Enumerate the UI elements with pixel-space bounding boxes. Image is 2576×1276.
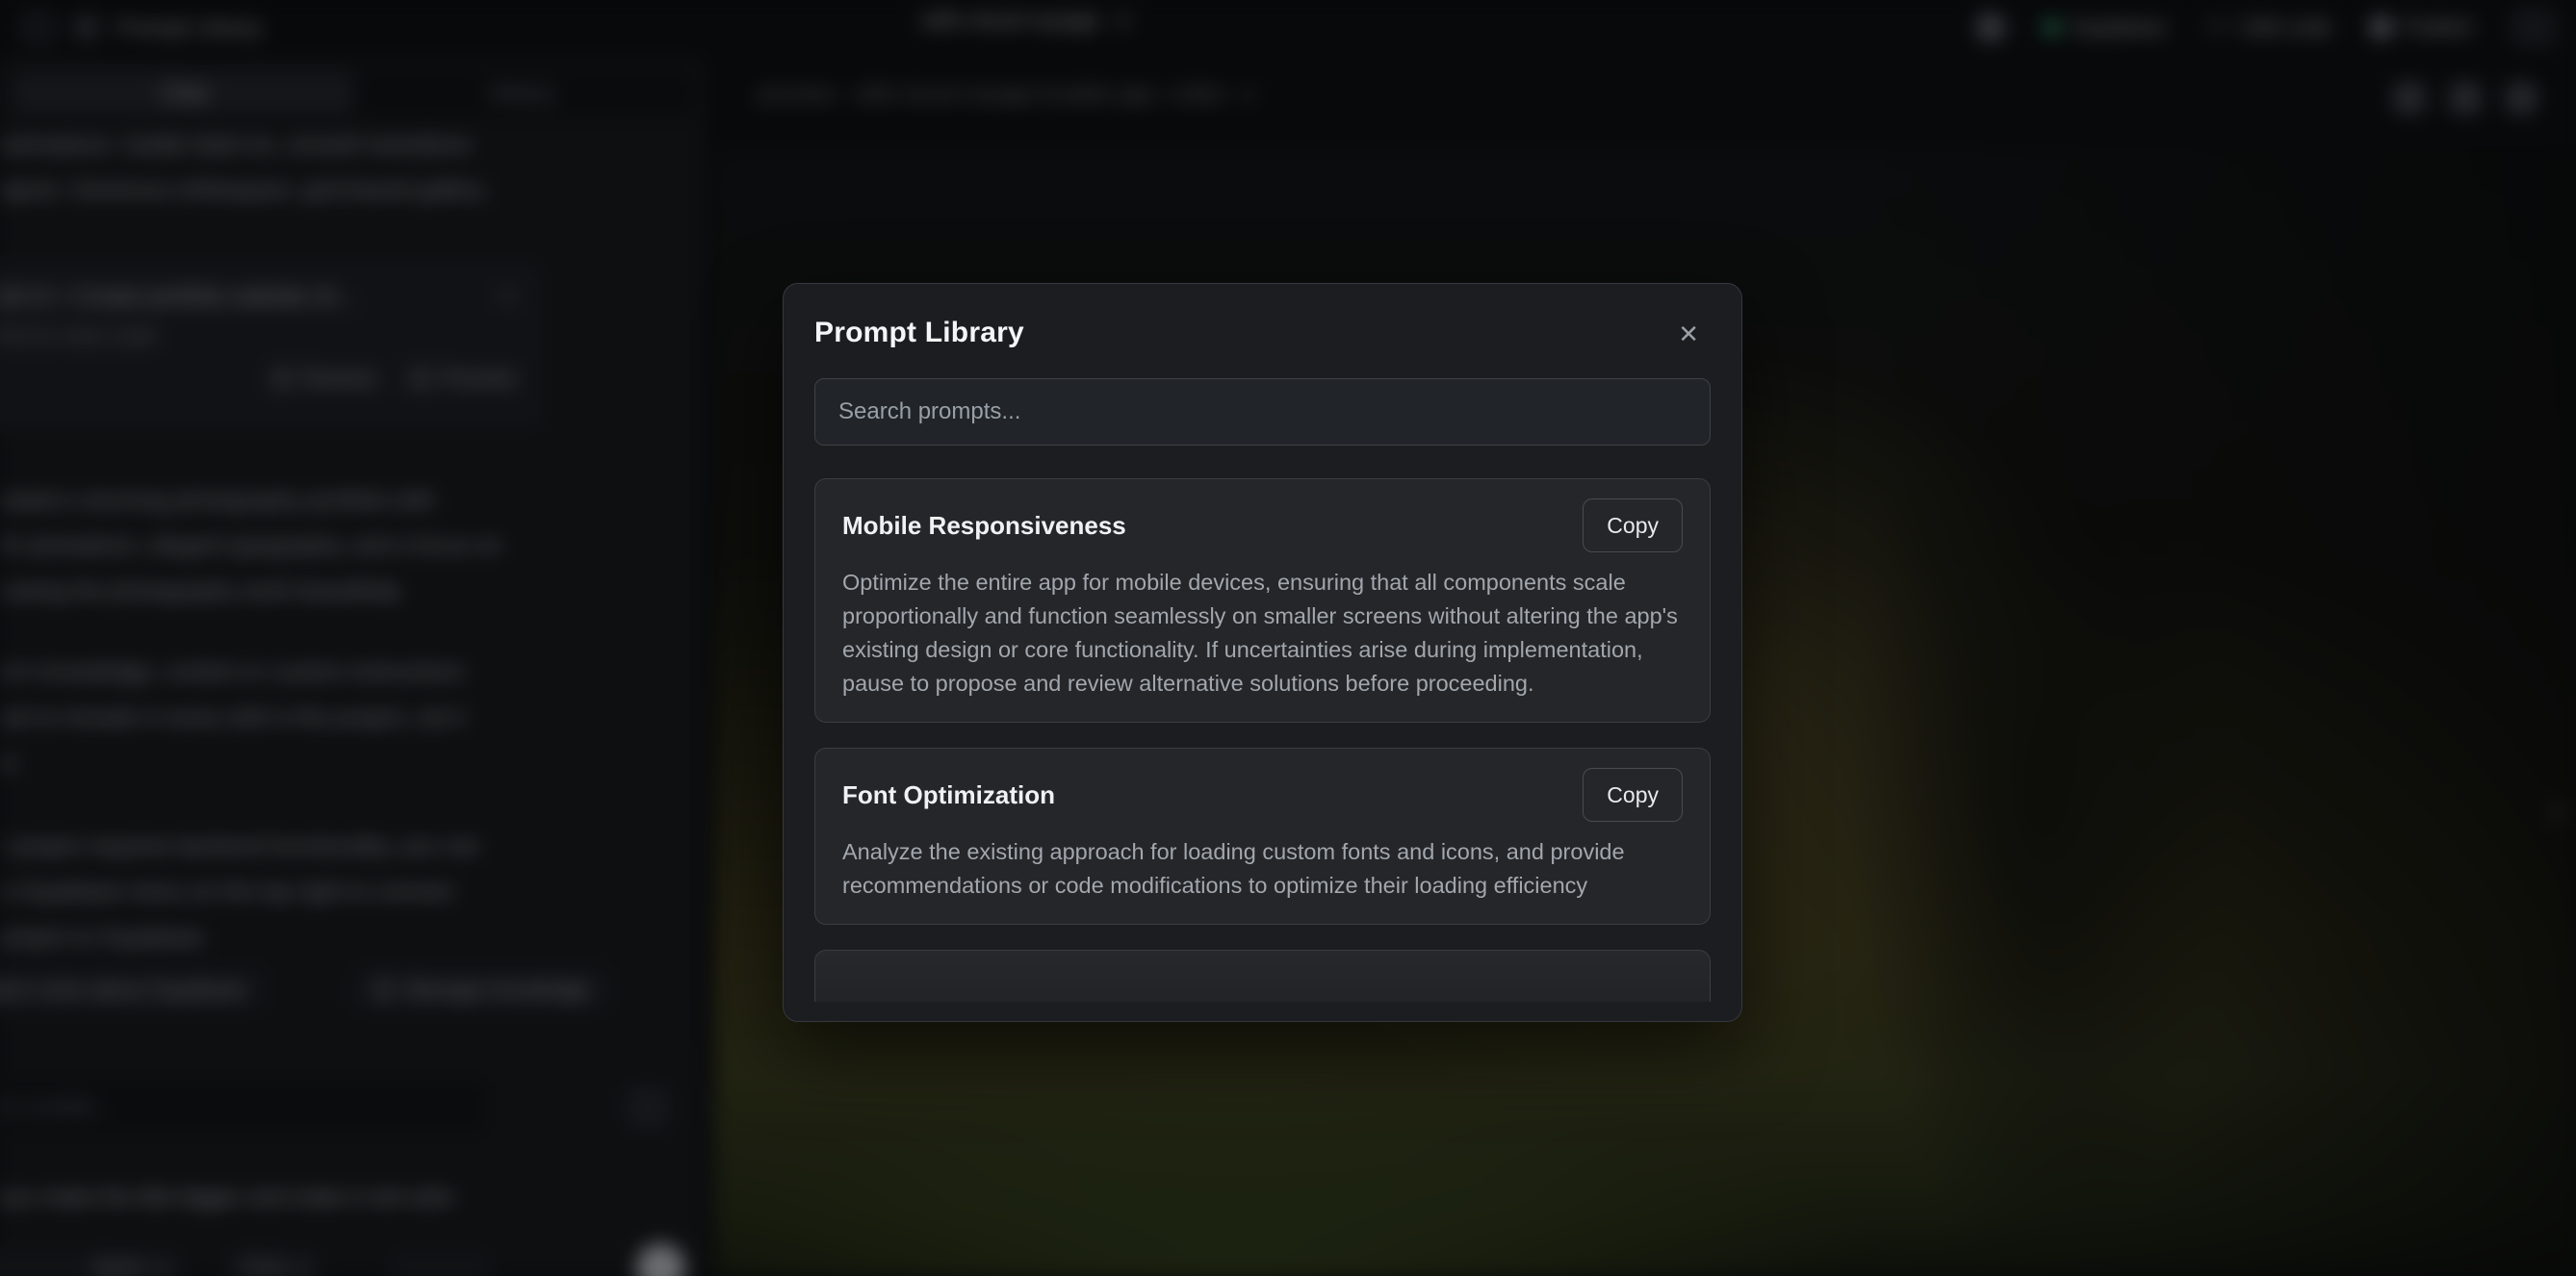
prompt-card-partial <box>814 950 1711 1002</box>
prompt-card: Font Optimization Copy Analyze the exist… <box>814 748 1711 925</box>
prompt-title: Mobile Responsiveness <box>842 511 1126 541</box>
close-icon[interactable]: ✕ <box>1672 320 1705 347</box>
prompt-body: Analyze the existing approach for loadin… <box>842 835 1683 903</box>
modal-title: Prompt Library <box>814 317 1024 349</box>
prompt-card: Mobile Responsiveness Copy Optimize the … <box>814 478 1711 723</box>
prompt-list: Mobile Responsiveness Copy Optimize the … <box>814 478 1711 1002</box>
copy-button[interactable]: Copy <box>1583 768 1683 822</box>
prompt-title: Font Optimization <box>842 780 1055 810</box>
copy-button[interactable]: Copy <box>1583 498 1683 552</box>
prompt-body: Optimize the entire app for mobile devic… <box>842 566 1683 701</box>
search-prompts-input[interactable] <box>814 378 1711 446</box>
app-window: Prompt Library wife-cloud-voyage ∨ Supab… <box>0 0 2576 1276</box>
prompt-library-modal: Prompt Library ✕ Mobile Responsiveness C… <box>783 283 1742 1022</box>
